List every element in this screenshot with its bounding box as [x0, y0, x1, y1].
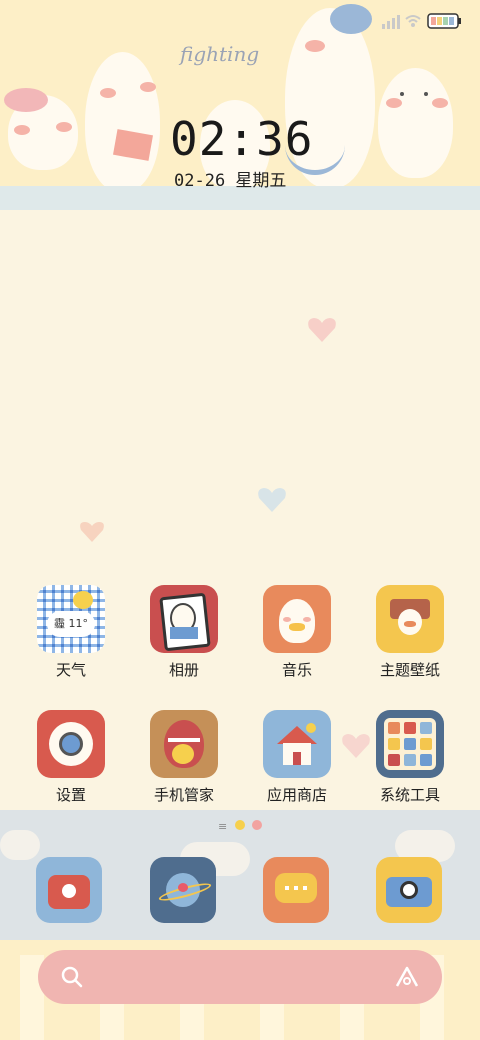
signal-icon: [382, 15, 400, 29]
app-system-tools[interactable]: 系统工具: [355, 710, 465, 820]
app-weather[interactable]: 霾 11° 天气: [16, 585, 126, 695]
search-icon[interactable]: [60, 965, 84, 989]
app-themes[interactable]: 主题壁纸: [355, 585, 465, 695]
app-app-store-label: 应用商店: [266, 786, 327, 804]
gallery-icon: [150, 585, 218, 653]
settings-icon: [37, 710, 105, 778]
duck-dot-icon: [234, 820, 245, 830]
app-phone-manager-label: 手机管家: [153, 786, 214, 804]
camera-icon: [376, 857, 442, 923]
app-system-tools-label: 系统工具: [379, 786, 440, 804]
status-bar: [380, 10, 470, 32]
system-tools-icon: [376, 710, 444, 778]
app-app-store[interactable]: 应用商店: [242, 710, 352, 820]
app-themes-label: 主题壁纸: [379, 661, 440, 679]
app-gallery-label: 相册: [168, 661, 199, 679]
clock-date: 02-26 星期五: [174, 171, 287, 191]
dock-camera[interactable]: [376, 857, 446, 927]
app-phone-manager[interactable]: 手机管家: [129, 710, 239, 820]
app-settings[interactable]: 设置: [16, 710, 126, 820]
app-music[interactable]: 音乐: [242, 585, 352, 695]
fighting-text-art: fighting: [180, 42, 260, 66]
messages-icon: [263, 857, 329, 923]
search-bar[interactable]: [38, 950, 442, 1004]
app-weather-label: 天气: [55, 661, 86, 679]
status-icons: [382, 13, 461, 29]
flower-dot-icon: [252, 820, 263, 830]
dock-phone[interactable]: [36, 857, 106, 927]
weather-badge: 霾 11°: [54, 617, 88, 630]
wifi-icon: [405, 15, 421, 27]
app-music-label: 音乐: [281, 661, 312, 679]
clock-time[interactable]: 02:36: [170, 112, 313, 166]
blue-heart-icon: [258, 488, 286, 512]
phone-manager-icon: [150, 710, 218, 778]
browser-icon: [150, 857, 216, 923]
themes-icon: [376, 585, 444, 653]
app-store-icon: [263, 710, 331, 778]
app-gallery[interactable]: 相册: [129, 585, 239, 695]
page-indicator[interactable]: ≡: [218, 820, 263, 833]
weather-icon: 霾 11°: [37, 585, 105, 653]
page-indicator-lines: ≡: [218, 820, 228, 833]
dock-messages[interactable]: [263, 857, 333, 927]
assistant-icon[interactable]: [394, 965, 420, 989]
app-settings-label: 设置: [55, 786, 86, 804]
music-icon: [263, 585, 331, 653]
dock-browser[interactable]: [150, 857, 220, 927]
phone-icon: [36, 857, 102, 923]
battery-icon: [427, 13, 461, 29]
pink-heart-icon: [308, 318, 336, 342]
peach-heart-icon: [80, 522, 104, 542]
